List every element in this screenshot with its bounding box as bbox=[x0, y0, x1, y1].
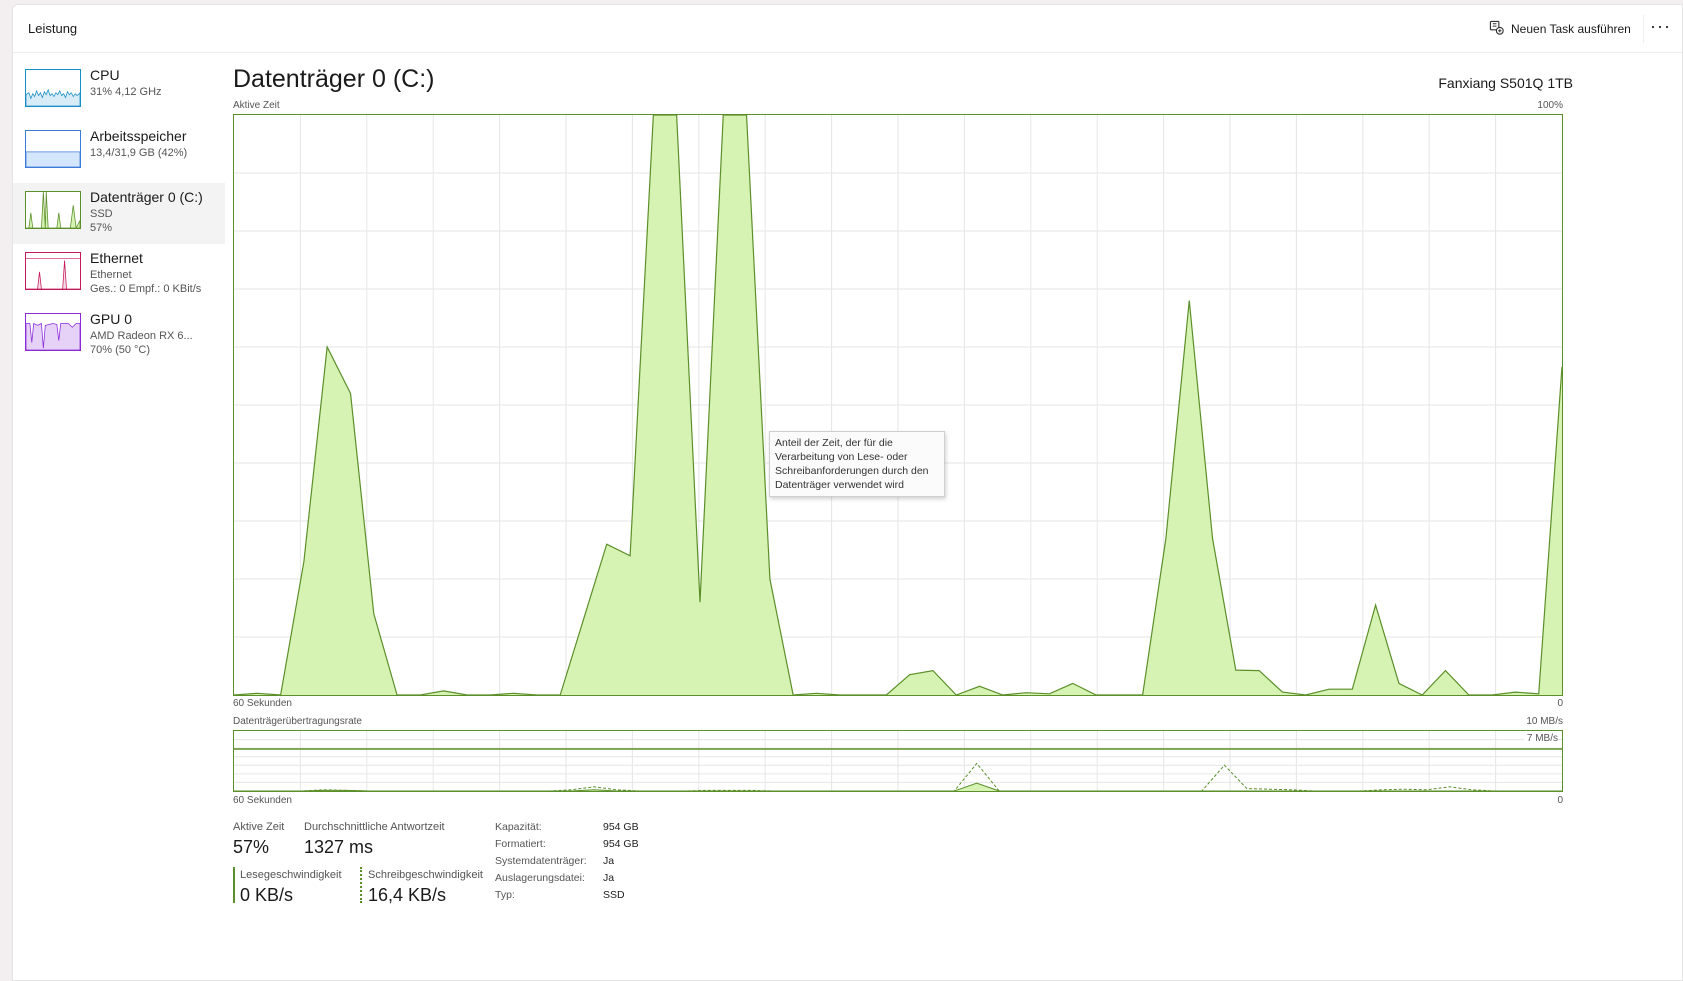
transfer-rate-chart[interactable]: 7 MB/s bbox=[233, 730, 1563, 792]
more-options-button[interactable]: ··· bbox=[1643, 15, 1677, 43]
write-speed-indicator bbox=[360, 867, 362, 903]
response-time-value: 1327 ms bbox=[304, 837, 374, 857]
disk-thumbnail-graph bbox=[25, 191, 81, 229]
sidebar: CPU 31% 4,12 GHz Arbeitsspeicher 13,4/31… bbox=[13, 61, 225, 366]
run-task-label: Neuen Task ausführen bbox=[1511, 22, 1631, 36]
sidebar-item-detail: SSD bbox=[90, 208, 113, 220]
response-time-label: Durchschnittliche Antwortzeit bbox=[304, 821, 445, 833]
sidebar-item-detail: 13,4/31,9 GB (42%) bbox=[90, 147, 188, 159]
active-time-x-right: 0 bbox=[1557, 698, 1563, 709]
transfer-rate-x-left: 60 Sekunden bbox=[233, 795, 292, 806]
active-time-chart-label: Aktive Zeit bbox=[233, 100, 280, 111]
memory-thumbnail-graph bbox=[25, 130, 81, 168]
section-title: Leistung bbox=[28, 21, 78, 36]
sidebar-item-gpu[interactable]: GPU 0 AMD Radeon RX 6... 70% (50 °C) bbox=[13, 305, 225, 366]
sidebar-item-detail-2: 70% (50 °C) bbox=[90, 344, 151, 356]
transfer-rate-x-right: 0 bbox=[1557, 795, 1563, 806]
sidebar-item-detail: Ethernet bbox=[90, 269, 132, 281]
sidebar-item-ethernet[interactable]: Ethernet Ethernet Ges.: 0 Empf.: 0 KBit/… bbox=[13, 244, 225, 305]
sidebar-item-disk[interactable]: Datenträger 0 (C:) SSD 57% bbox=[13, 183, 225, 244]
system-disk-label: Systemdatenträger: bbox=[495, 855, 587, 867]
sidebar-item-memory[interactable]: Arbeitsspeicher 13,4/31,9 GB (42%) bbox=[13, 122, 225, 183]
formatted-value: 954 GB bbox=[603, 838, 639, 850]
gpu-thumbnail-graph bbox=[25, 313, 81, 351]
sidebar-item-cpu[interactable]: CPU 31% 4,12 GHz bbox=[13, 61, 225, 122]
active-time-value: 57% bbox=[233, 837, 270, 857]
transfer-rate-chart-label: Datenträgerübertragungsrate bbox=[233, 716, 362, 727]
transfer-rate-scale-label: 7 MB/s bbox=[1523, 733, 1558, 744]
transfer-rate-chart-svg bbox=[234, 731, 1562, 791]
device-name: Fanxiang S501Q 1TB bbox=[1438, 75, 1573, 91]
page-file-value: Ja bbox=[603, 872, 615, 884]
top-bar: Leistung Neuen Task ausführen ··· bbox=[13, 5, 1682, 53]
page-title: Datenträger 0 (C:) bbox=[233, 65, 435, 93]
type-label: Typ: bbox=[495, 889, 515, 901]
read-speed-value: 0 KB/s bbox=[240, 885, 294, 905]
sidebar-item-label: CPU bbox=[90, 67, 120, 83]
formatted-label: Formatiert: bbox=[495, 838, 546, 850]
sidebar-item-label: Datenträger 0 (C:) bbox=[90, 189, 203, 205]
cpu-thumbnail-graph bbox=[25, 69, 81, 107]
sidebar-item-label: Arbeitsspeicher bbox=[90, 128, 187, 144]
transfer-rate-chart-max: 10 MB/s bbox=[1526, 716, 1563, 727]
run-new-task-button[interactable]: Neuen Task ausführen bbox=[1483, 15, 1637, 43]
capacity-value: 954 GB bbox=[603, 821, 639, 833]
read-speed-label: Lesegeschwindigkeit bbox=[240, 869, 342, 881]
sidebar-item-label: Ethernet bbox=[90, 250, 143, 266]
active-time-x-left: 60 Sekunden bbox=[233, 698, 292, 709]
active-time-label: Aktive Zeit bbox=[233, 821, 285, 833]
active-time-chart-max: 100% bbox=[1537, 100, 1563, 111]
ethernet-thumbnail-graph bbox=[25, 252, 81, 290]
stats-panel: Aktive Zeit 57% Durchschnittliche Antwor… bbox=[233, 821, 933, 951]
page-file-label: Auslagerungsdatei: bbox=[495, 872, 585, 884]
task-manager-window: Leistung Neuen Task ausführen ··· CPU 31… bbox=[12, 4, 1683, 981]
read-speed-indicator bbox=[233, 867, 235, 903]
active-time-chart[interactable] bbox=[233, 114, 1563, 696]
chart-tooltip: Anteil der Zeit, der für die Verarbeitun… bbox=[769, 431, 945, 497]
sidebar-item-label: GPU 0 bbox=[90, 311, 133, 327]
write-speed-label: Schreibgeschwindigkeit bbox=[368, 869, 483, 881]
sidebar-item-detail-2: Ges.: 0 Empf.: 0 KBit/s bbox=[90, 283, 202, 295]
type-value: SSD bbox=[603, 889, 625, 901]
active-time-chart-svg bbox=[234, 115, 1562, 695]
sidebar-item-detail-2: 57% bbox=[90, 222, 113, 234]
write-speed-value: 16,4 KB/s bbox=[368, 885, 447, 905]
system-disk-value: Ja bbox=[603, 855, 615, 867]
sidebar-item-detail: 31% 4,12 GHz bbox=[90, 86, 162, 98]
capacity-label: Kapazität: bbox=[495, 821, 542, 833]
sidebar-item-detail: AMD Radeon RX 6... bbox=[90, 330, 193, 342]
run-task-icon bbox=[1489, 20, 1504, 38]
